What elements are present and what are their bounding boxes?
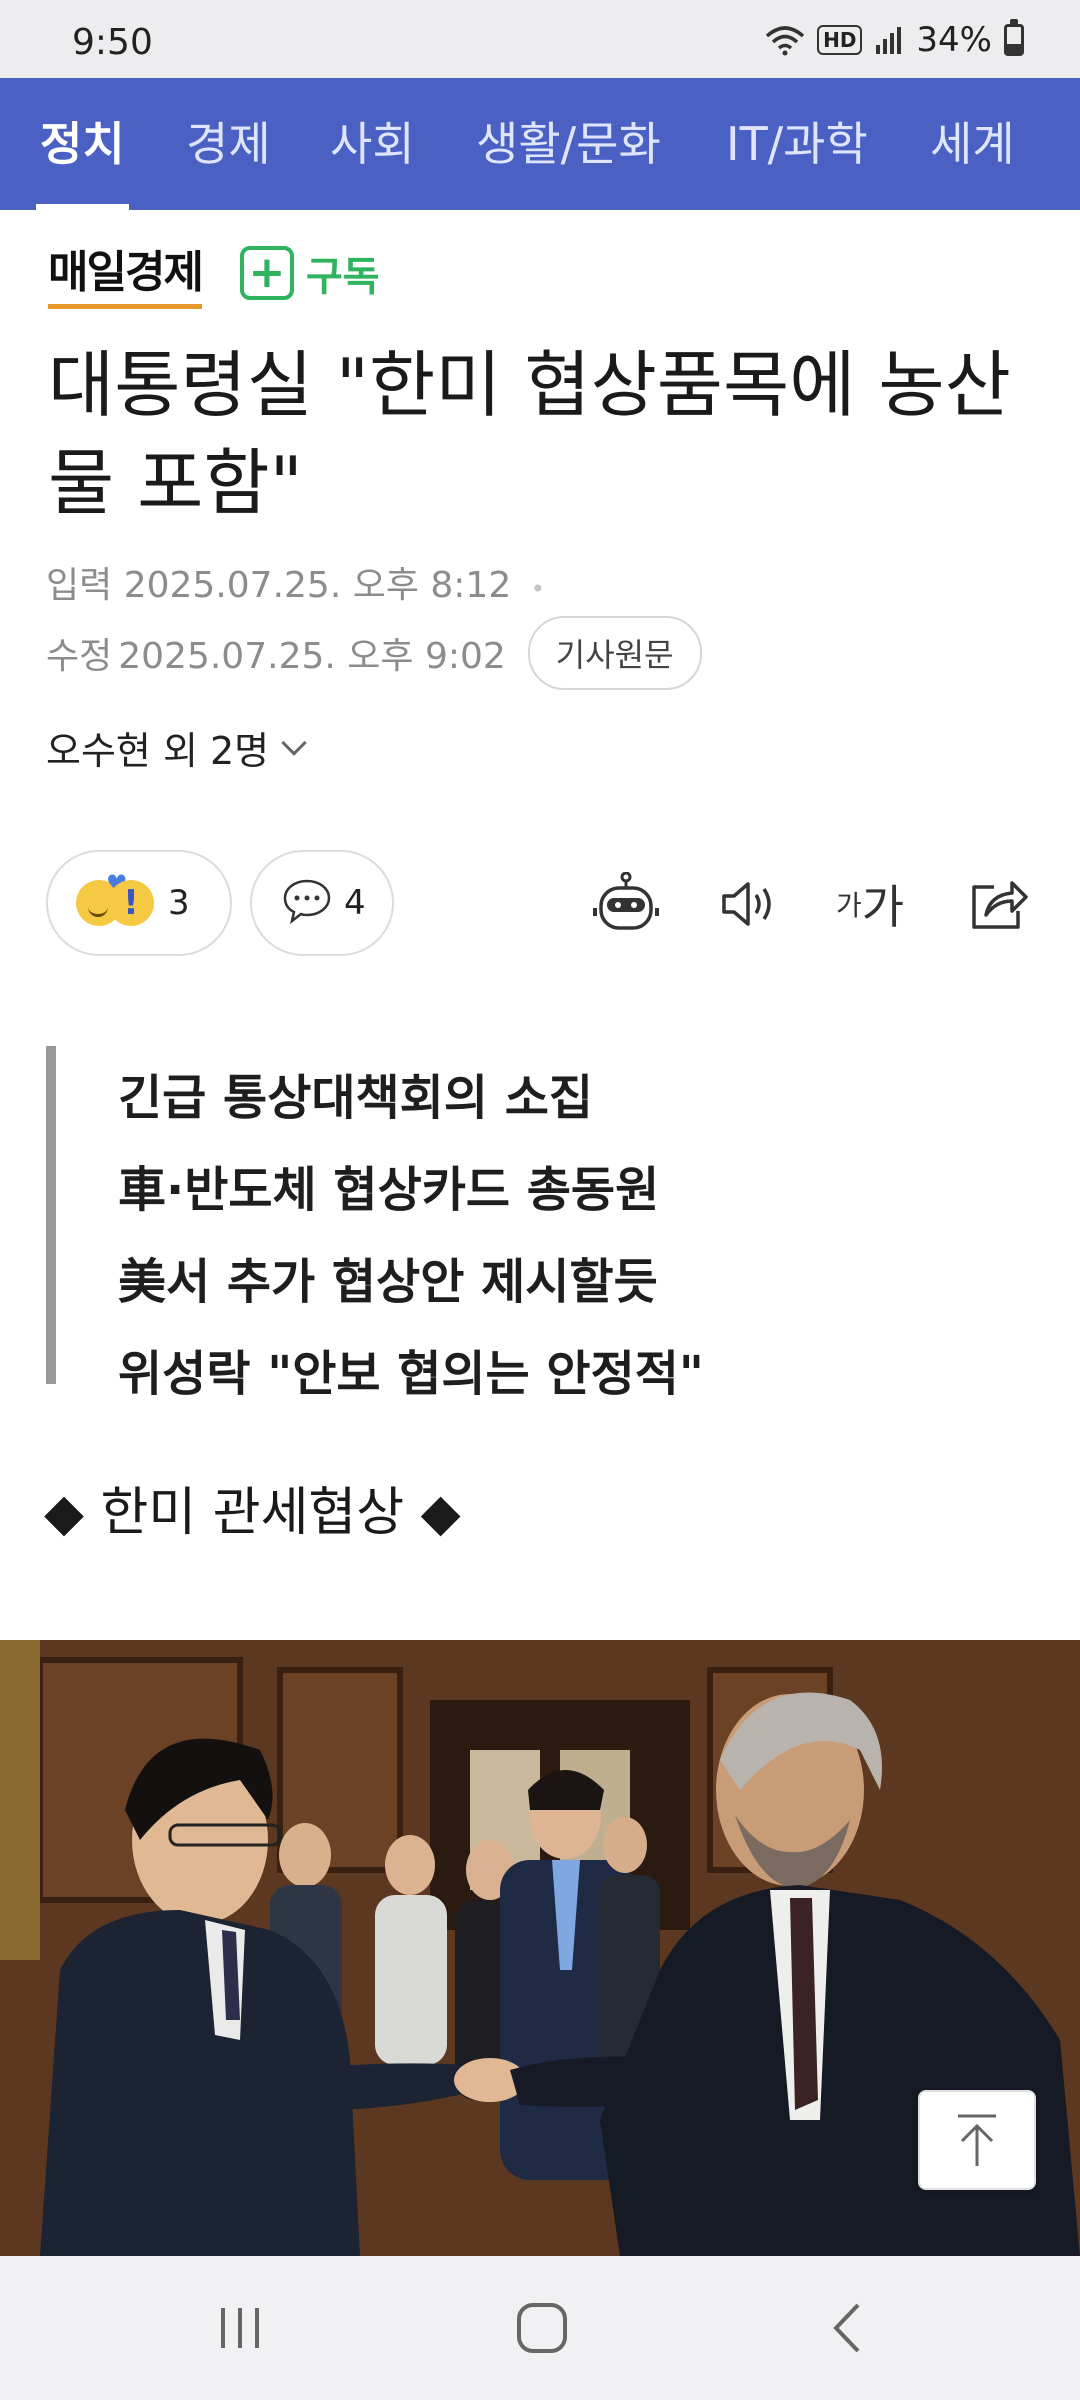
font-size-small-glyph: 가 <box>835 889 862 922</box>
scroll-to-top-button[interactable] <box>918 2090 1036 2190</box>
section-tag: ◆ 한미 관세협상 ◆ <box>44 1483 461 1543</box>
signal-icon <box>874 25 904 55</box>
chevron-down-icon <box>281 729 307 756</box>
font-size-large-glyph: 가 <box>861 880 905 934</box>
speaker-icon[interactable] <box>712 868 784 940</box>
subscribe-label: 구독 <box>305 253 380 300</box>
author-name: 오수현 외 2명 <box>46 729 270 773</box>
back-icon[interactable] <box>808 2296 888 2360</box>
status-icons: HD 34% <box>765 19 1024 60</box>
subscribe-button[interactable]: + 구독 <box>239 244 380 302</box>
reaction-button[interactable]: ♥ ! 3 <box>46 850 232 956</box>
input-label: 입력 <box>46 565 113 606</box>
system-nav-bar <box>0 2256 1080 2400</box>
ai-summary-bot-icon[interactable] <box>590 868 662 940</box>
comment-button[interactable]: 4 <box>250 850 394 956</box>
summary-line: 美서 추가 협상안 제시할듯 <box>118 1254 658 1310</box>
hd-badge: HD <box>817 25 863 55</box>
share-icon[interactable] <box>962 868 1034 940</box>
tab-it-science[interactable]: IT/과학 <box>726 78 868 210</box>
recent-apps-icon[interactable] <box>200 2296 280 2360</box>
surprise-emoji-icon: ! <box>108 880 154 926</box>
input-time-row: 입력 2025.07.25. 오후 8:12 • <box>46 556 545 608</box>
press-row: 매일경제 + 구독 <box>48 236 380 309</box>
status-time: 9:50 <box>72 22 153 63</box>
summary-line: 車·반도체 협상카드 총동원 <box>118 1162 660 1218</box>
original-article-button[interactable]: 기사원문 <box>527 616 702 690</box>
wifi-icon <box>765 24 805 56</box>
tab-politics[interactable]: 정치 <box>36 78 129 210</box>
battery-percent: 34% <box>916 20 992 60</box>
tab-life-culture[interactable]: 생활/문화 <box>476 78 661 210</box>
tab-world[interactable]: 세계 <box>930 78 1015 210</box>
press-logo[interactable]: 매일경제 <box>48 236 204 309</box>
summary-line: 위성락 "안보 협의는 안정적" <box>118 1346 704 1402</box>
plus-icon: + <box>239 245 294 300</box>
battery-icon <box>1004 19 1024 56</box>
modified-time: 2025.07.25. 오후 9:02 <box>118 636 506 677</box>
status-bar: 9:50 HD 34% <box>0 0 1080 78</box>
category-tab-bar: 정치 경제 사회 생활/문화 IT/과학 세계 <box>0 78 1080 210</box>
arrow-up-icon <box>958 2114 996 2166</box>
reaction-count: 3 <box>168 883 190 923</box>
tab-economy[interactable]: 경제 <box>186 78 271 210</box>
comment-icon <box>282 878 332 928</box>
modified-time-row: 수정 2025.07.25. 오후 9:02 기사원문 <box>46 616 702 690</box>
tab-society[interactable]: 사회 <box>330 78 415 210</box>
home-icon[interactable] <box>502 2296 582 2360</box>
input-time: 2025.07.25. 오후 8:12 <box>123 565 512 606</box>
article-headline: 대통령실 "한미 협상품목에 농산물 포함" <box>48 343 1011 525</box>
comment-count: 4 <box>344 883 366 923</box>
summary-line: 긴급 통상대책회의 소집 <box>118 1070 594 1126</box>
separator-dot: • <box>530 575 545 603</box>
article-summary: 긴급 통상대책회의 소집 車·반도체 협상카드 총동원 美서 추가 협상안 제시… <box>46 1046 946 1402</box>
font-size-button[interactable]: 가가 <box>834 868 906 940</box>
author-dropdown[interactable]: 오수현 외 2명 <box>46 720 307 775</box>
modified-label: 수정 <box>46 636 113 677</box>
